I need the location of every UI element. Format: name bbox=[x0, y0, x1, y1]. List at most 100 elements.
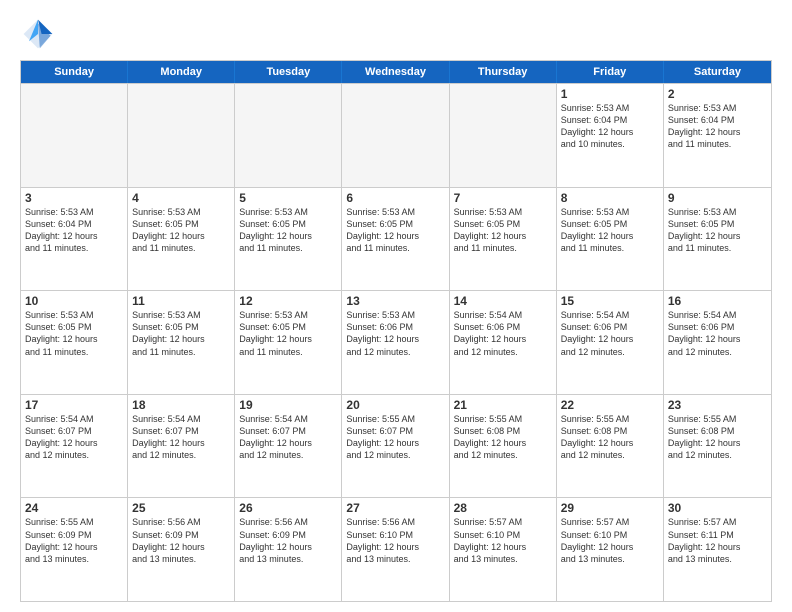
day-number: 8 bbox=[561, 191, 659, 205]
day-info: Sunrise: 5:54 AM Sunset: 6:07 PM Dayligh… bbox=[25, 413, 123, 462]
calendar-cell: 19Sunrise: 5:54 AM Sunset: 6:07 PM Dayli… bbox=[235, 395, 342, 498]
day-info: Sunrise: 5:53 AM Sunset: 6:04 PM Dayligh… bbox=[25, 206, 123, 255]
calendar-body: 1Sunrise: 5:53 AM Sunset: 6:04 PM Daylig… bbox=[21, 83, 771, 601]
day-number: 26 bbox=[239, 501, 337, 515]
calendar-cell: 14Sunrise: 5:54 AM Sunset: 6:06 PM Dayli… bbox=[450, 291, 557, 394]
day-number: 23 bbox=[668, 398, 767, 412]
calendar-row: 24Sunrise: 5:55 AM Sunset: 6:09 PM Dayli… bbox=[21, 497, 771, 601]
calendar-header-day: Tuesday bbox=[235, 61, 342, 83]
day-number: 7 bbox=[454, 191, 552, 205]
day-number: 11 bbox=[132, 294, 230, 308]
day-number: 6 bbox=[346, 191, 444, 205]
day-number: 12 bbox=[239, 294, 337, 308]
day-info: Sunrise: 5:53 AM Sunset: 6:04 PM Dayligh… bbox=[668, 102, 767, 151]
calendar: SundayMondayTuesdayWednesdayThursdayFrid… bbox=[20, 60, 772, 602]
day-info: Sunrise: 5:53 AM Sunset: 6:05 PM Dayligh… bbox=[454, 206, 552, 255]
calendar-cell bbox=[128, 84, 235, 187]
day-number: 17 bbox=[25, 398, 123, 412]
calendar-cell: 1Sunrise: 5:53 AM Sunset: 6:04 PM Daylig… bbox=[557, 84, 664, 187]
calendar-cell: 6Sunrise: 5:53 AM Sunset: 6:05 PM Daylig… bbox=[342, 188, 449, 291]
calendar-cell: 25Sunrise: 5:56 AM Sunset: 6:09 PM Dayli… bbox=[128, 498, 235, 601]
calendar-row: 1Sunrise: 5:53 AM Sunset: 6:04 PM Daylig… bbox=[21, 83, 771, 187]
day-info: Sunrise: 5:53 AM Sunset: 6:06 PM Dayligh… bbox=[346, 309, 444, 358]
day-info: Sunrise: 5:54 AM Sunset: 6:07 PM Dayligh… bbox=[132, 413, 230, 462]
day-info: Sunrise: 5:53 AM Sunset: 6:05 PM Dayligh… bbox=[668, 206, 767, 255]
calendar-cell: 22Sunrise: 5:55 AM Sunset: 6:08 PM Dayli… bbox=[557, 395, 664, 498]
calendar-cell: 30Sunrise: 5:57 AM Sunset: 6:11 PM Dayli… bbox=[664, 498, 771, 601]
day-info: Sunrise: 5:57 AM Sunset: 6:10 PM Dayligh… bbox=[561, 516, 659, 565]
calendar-header-day: Sunday bbox=[21, 61, 128, 83]
day-number: 4 bbox=[132, 191, 230, 205]
day-number: 21 bbox=[454, 398, 552, 412]
day-number: 24 bbox=[25, 501, 123, 515]
day-number: 15 bbox=[561, 294, 659, 308]
calendar-cell: 15Sunrise: 5:54 AM Sunset: 6:06 PM Dayli… bbox=[557, 291, 664, 394]
calendar-cell bbox=[342, 84, 449, 187]
day-info: Sunrise: 5:56 AM Sunset: 6:09 PM Dayligh… bbox=[132, 516, 230, 565]
day-info: Sunrise: 5:55 AM Sunset: 6:08 PM Dayligh… bbox=[454, 413, 552, 462]
logo-icon bbox=[20, 16, 56, 52]
calendar-cell: 9Sunrise: 5:53 AM Sunset: 6:05 PM Daylig… bbox=[664, 188, 771, 291]
calendar-cell: 29Sunrise: 5:57 AM Sunset: 6:10 PM Dayli… bbox=[557, 498, 664, 601]
calendar-cell: 4Sunrise: 5:53 AM Sunset: 6:05 PM Daylig… bbox=[128, 188, 235, 291]
day-number: 25 bbox=[132, 501, 230, 515]
header bbox=[20, 16, 772, 52]
day-info: Sunrise: 5:56 AM Sunset: 6:09 PM Dayligh… bbox=[239, 516, 337, 565]
logo bbox=[20, 16, 60, 52]
day-info: Sunrise: 5:53 AM Sunset: 6:04 PM Dayligh… bbox=[561, 102, 659, 151]
calendar-header: SundayMondayTuesdayWednesdayThursdayFrid… bbox=[21, 61, 771, 83]
calendar-cell: 16Sunrise: 5:54 AM Sunset: 6:06 PM Dayli… bbox=[664, 291, 771, 394]
calendar-cell: 24Sunrise: 5:55 AM Sunset: 6:09 PM Dayli… bbox=[21, 498, 128, 601]
day-info: Sunrise: 5:57 AM Sunset: 6:11 PM Dayligh… bbox=[668, 516, 767, 565]
calendar-cell bbox=[21, 84, 128, 187]
day-info: Sunrise: 5:55 AM Sunset: 6:08 PM Dayligh… bbox=[561, 413, 659, 462]
calendar-header-day: Wednesday bbox=[342, 61, 449, 83]
calendar-header-day: Monday bbox=[128, 61, 235, 83]
calendar-cell: 10Sunrise: 5:53 AM Sunset: 6:05 PM Dayli… bbox=[21, 291, 128, 394]
calendar-row: 10Sunrise: 5:53 AM Sunset: 6:05 PM Dayli… bbox=[21, 290, 771, 394]
day-number: 28 bbox=[454, 501, 552, 515]
calendar-cell: 18Sunrise: 5:54 AM Sunset: 6:07 PM Dayli… bbox=[128, 395, 235, 498]
calendar-cell: 13Sunrise: 5:53 AM Sunset: 6:06 PM Dayli… bbox=[342, 291, 449, 394]
calendar-cell: 27Sunrise: 5:56 AM Sunset: 6:10 PM Dayli… bbox=[342, 498, 449, 601]
day-number: 22 bbox=[561, 398, 659, 412]
calendar-cell: 11Sunrise: 5:53 AM Sunset: 6:05 PM Dayli… bbox=[128, 291, 235, 394]
day-info: Sunrise: 5:55 AM Sunset: 6:07 PM Dayligh… bbox=[346, 413, 444, 462]
calendar-cell: 3Sunrise: 5:53 AM Sunset: 6:04 PM Daylig… bbox=[21, 188, 128, 291]
day-number: 14 bbox=[454, 294, 552, 308]
day-number: 27 bbox=[346, 501, 444, 515]
day-info: Sunrise: 5:54 AM Sunset: 6:06 PM Dayligh… bbox=[454, 309, 552, 358]
day-number: 19 bbox=[239, 398, 337, 412]
day-number: 2 bbox=[668, 87, 767, 101]
day-number: 3 bbox=[25, 191, 123, 205]
calendar-cell: 28Sunrise: 5:57 AM Sunset: 6:10 PM Dayli… bbox=[450, 498, 557, 601]
day-number: 1 bbox=[561, 87, 659, 101]
calendar-cell: 7Sunrise: 5:53 AM Sunset: 6:05 PM Daylig… bbox=[450, 188, 557, 291]
calendar-cell: 2Sunrise: 5:53 AM Sunset: 6:04 PM Daylig… bbox=[664, 84, 771, 187]
day-info: Sunrise: 5:53 AM Sunset: 6:05 PM Dayligh… bbox=[132, 206, 230, 255]
calendar-cell: 5Sunrise: 5:53 AM Sunset: 6:05 PM Daylig… bbox=[235, 188, 342, 291]
calendar-cell: 12Sunrise: 5:53 AM Sunset: 6:05 PM Dayli… bbox=[235, 291, 342, 394]
day-info: Sunrise: 5:57 AM Sunset: 6:10 PM Dayligh… bbox=[454, 516, 552, 565]
day-info: Sunrise: 5:53 AM Sunset: 6:05 PM Dayligh… bbox=[132, 309, 230, 358]
day-number: 9 bbox=[668, 191, 767, 205]
day-info: Sunrise: 5:53 AM Sunset: 6:05 PM Dayligh… bbox=[561, 206, 659, 255]
day-info: Sunrise: 5:53 AM Sunset: 6:05 PM Dayligh… bbox=[239, 206, 337, 255]
day-info: Sunrise: 5:55 AM Sunset: 6:09 PM Dayligh… bbox=[25, 516, 123, 565]
calendar-cell: 17Sunrise: 5:54 AM Sunset: 6:07 PM Dayli… bbox=[21, 395, 128, 498]
calendar-cell bbox=[235, 84, 342, 187]
day-number: 20 bbox=[346, 398, 444, 412]
day-number: 5 bbox=[239, 191, 337, 205]
day-number: 29 bbox=[561, 501, 659, 515]
day-info: Sunrise: 5:55 AM Sunset: 6:08 PM Dayligh… bbox=[668, 413, 767, 462]
calendar-header-day: Friday bbox=[557, 61, 664, 83]
calendar-cell: 26Sunrise: 5:56 AM Sunset: 6:09 PM Dayli… bbox=[235, 498, 342, 601]
day-info: Sunrise: 5:53 AM Sunset: 6:05 PM Dayligh… bbox=[346, 206, 444, 255]
day-info: Sunrise: 5:56 AM Sunset: 6:10 PM Dayligh… bbox=[346, 516, 444, 565]
calendar-cell bbox=[450, 84, 557, 187]
calendar-row: 17Sunrise: 5:54 AM Sunset: 6:07 PM Dayli… bbox=[21, 394, 771, 498]
calendar-header-day: Saturday bbox=[664, 61, 771, 83]
calendar-header-day: Thursday bbox=[450, 61, 557, 83]
day-info: Sunrise: 5:54 AM Sunset: 6:07 PM Dayligh… bbox=[239, 413, 337, 462]
day-number: 30 bbox=[668, 501, 767, 515]
